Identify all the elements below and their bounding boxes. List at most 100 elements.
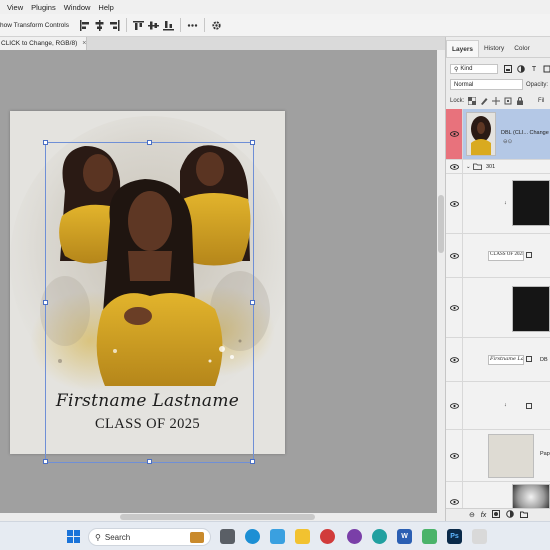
lock-transparent-icon[interactable] bbox=[468, 97, 476, 105]
lock-all-icon[interactable] bbox=[516, 97, 524, 105]
folder-icon[interactable] bbox=[519, 511, 528, 520]
transform-handle[interactable] bbox=[250, 140, 255, 145]
lock-label: Lock: bbox=[450, 98, 465, 104]
smart-object-icon bbox=[526, 252, 532, 258]
visibility-eye-icon[interactable] bbox=[446, 160, 463, 173]
word-icon[interactable]: W bbox=[397, 529, 412, 544]
chevron-down-icon[interactable]: ⌄ bbox=[466, 164, 471, 170]
document-tab[interactable]: CLICK to Change, RGB/8) × bbox=[0, 37, 87, 50]
adjustment-icon[interactable] bbox=[506, 510, 514, 520]
more-options-icon[interactable] bbox=[186, 19, 199, 32]
tab-history[interactable]: History bbox=[479, 40, 509, 57]
scroll-thumb[interactable] bbox=[438, 195, 444, 253]
kind-label: Kind bbox=[460, 66, 473, 72]
fx-icon[interactable]: fx bbox=[481, 512, 486, 519]
chrome-icon[interactable] bbox=[320, 529, 335, 544]
menu-help[interactable]: Help bbox=[94, 3, 117, 12]
transform-handle[interactable] bbox=[250, 459, 255, 464]
photoshop-icon[interactable]: Ps bbox=[447, 529, 462, 544]
menu-plugins[interactable]: Plugins bbox=[27, 3, 60, 12]
layer-row[interactable]: DBL (CLI... Change ⊖⊙ bbox=[446, 109, 550, 160]
clip-arrow-icon: ↓ bbox=[504, 402, 507, 408]
app-icon[interactable] bbox=[422, 529, 437, 544]
image-filter-icon[interactable] bbox=[504, 65, 512, 73]
align-right-icon[interactable] bbox=[108, 19, 121, 32]
layer-thumbnail: CLASS OF 2025 bbox=[488, 251, 524, 261]
layer-thumbnail: Firstname Lastname bbox=[488, 355, 524, 365]
lock-row: Lock: Fil bbox=[446, 94, 550, 108]
blend-mode-select[interactable]: Normal bbox=[450, 79, 523, 90]
scroll-thumb[interactable] bbox=[120, 514, 315, 520]
transform-handle[interactable] bbox=[250, 300, 255, 305]
align-middle-icon[interactable] bbox=[147, 19, 160, 32]
layer-group-row[interactable]: ⌄ 301 bbox=[446, 160, 550, 174]
shape-filter-icon[interactable] bbox=[543, 65, 550, 73]
vertical-scrollbar[interactable] bbox=[437, 50, 445, 513]
align-left-icon[interactable] bbox=[78, 19, 91, 32]
layer-name: Pap bbox=[540, 451, 550, 457]
portrait-thumbnail bbox=[467, 113, 495, 155]
visibility-eye-icon[interactable] bbox=[446, 234, 463, 277]
close-icon[interactable]: × bbox=[82, 40, 86, 47]
transform-handle[interactable] bbox=[43, 140, 48, 145]
visibility-eye-icon[interactable] bbox=[446, 278, 463, 337]
visibility-eye-icon[interactable] bbox=[446, 382, 463, 429]
taskbar: ⚲ Search W Ps bbox=[0, 521, 550, 550]
taskbar-search-input[interactable]: ⚲ Search bbox=[88, 528, 211, 546]
layer-row[interactable]: CLASS OF 2025 bbox=[446, 234, 550, 278]
visibility-eye-icon[interactable] bbox=[446, 482, 463, 509]
adjustment-filter-icon[interactable] bbox=[517, 65, 525, 73]
edge-browser-icon[interactable] bbox=[245, 529, 260, 544]
layer-thumbnail bbox=[512, 286, 550, 332]
windows-start-icon[interactable] bbox=[66, 529, 81, 544]
layer-row[interactable]: ↓ bbox=[446, 174, 550, 234]
layer-name: DBL (CLI... Change bbox=[501, 130, 549, 136]
tab-color[interactable]: Color bbox=[509, 40, 535, 57]
panel-tabs: Layers History Color bbox=[446, 39, 550, 58]
smart-object-icon bbox=[526, 356, 532, 362]
file-explorer-icon[interactable] bbox=[295, 529, 310, 544]
transform-handle[interactable] bbox=[43, 459, 48, 464]
layer-name: DB bbox=[540, 357, 548, 363]
layer-row[interactable]: Pap bbox=[446, 430, 550, 482]
copilot-icon[interactable] bbox=[270, 529, 285, 544]
layers-list: DBL (CLI... Change ⊖⊙ ⌄ 301 ↓ CLASS OF 2… bbox=[446, 109, 550, 509]
transform-handle[interactable] bbox=[43, 300, 48, 305]
lock-artboard-icon[interactable] bbox=[504, 97, 512, 105]
separator bbox=[180, 18, 181, 32]
layer-row[interactable] bbox=[446, 482, 550, 509]
visibility-eye-icon[interactable] bbox=[446, 338, 463, 381]
menu-view[interactable]: View bbox=[0, 3, 27, 12]
transform-bounding-box[interactable] bbox=[43, 140, 255, 464]
app-icon[interactable] bbox=[372, 529, 387, 544]
horizontal-scrollbar[interactable] bbox=[0, 513, 445, 521]
filter-row: ⚲ Kind T bbox=[446, 62, 550, 76]
transform-controls-checkbox[interactable]: how Transform Controls bbox=[0, 22, 69, 29]
kind-filter-select[interactable]: ⚲ Kind bbox=[450, 64, 498, 74]
visibility-eye-icon[interactable] bbox=[446, 174, 463, 233]
align-center-icon[interactable] bbox=[93, 19, 106, 32]
layer-row[interactable]: ↓ bbox=[446, 382, 550, 430]
mask-icon[interactable] bbox=[492, 510, 501, 520]
app-icon[interactable] bbox=[472, 529, 487, 544]
layer-row[interactable]: Firstname Lastname DB bbox=[446, 338, 550, 382]
visibility-eye-icon[interactable] bbox=[446, 109, 463, 159]
link-icon[interactable]: ⊖ bbox=[469, 511, 475, 519]
gear-icon[interactable] bbox=[210, 19, 223, 32]
menu-bar: View Plugins Window Help bbox=[0, 0, 550, 14]
align-bottom-icon[interactable] bbox=[162, 19, 175, 32]
align-top-icon[interactable] bbox=[132, 19, 145, 32]
opacity-label: Opacity: bbox=[526, 82, 549, 88]
lock-image-icon[interactable] bbox=[480, 97, 488, 105]
messenger-icon[interactable] bbox=[347, 529, 362, 544]
task-view-icon[interactable] bbox=[220, 529, 235, 544]
menu-window[interactable]: Window bbox=[60, 3, 95, 12]
transform-handle[interactable] bbox=[147, 140, 152, 145]
transform-handle[interactable] bbox=[147, 459, 152, 464]
search-placeholder: Search bbox=[104, 532, 131, 542]
type-filter-icon[interactable]: T bbox=[530, 65, 538, 73]
tab-layers[interactable]: Layers bbox=[446, 40, 479, 57]
layer-row[interactable] bbox=[446, 278, 550, 338]
visibility-eye-icon[interactable] bbox=[446, 430, 463, 481]
lock-position-icon[interactable] bbox=[492, 97, 500, 105]
